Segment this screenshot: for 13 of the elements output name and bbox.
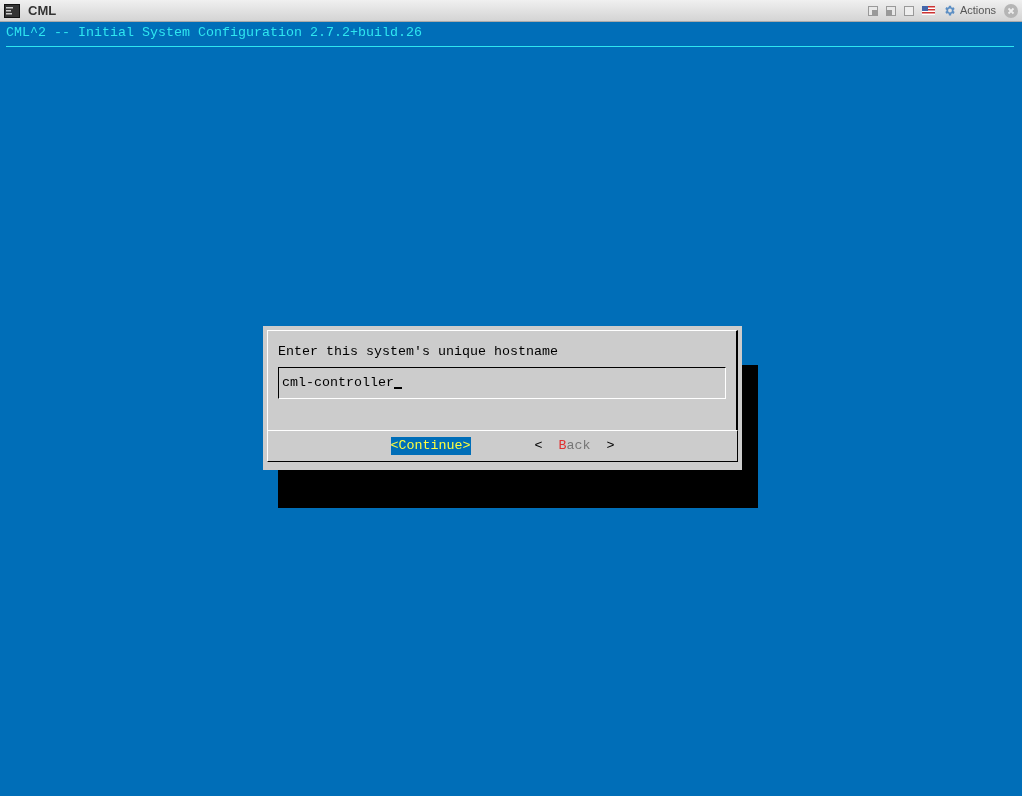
dialog-button[interactable]: <Continue>	[390, 437, 471, 455]
window-title: CML	[28, 1, 57, 20]
dialog-button[interactable]: < Back >	[534, 437, 615, 455]
window-icon[interactable]	[885, 5, 896, 16]
terminal-header: CML^2 -- Initial System Configuration 2.7.2+build.26	[6, 24, 423, 42]
close-icon[interactable]	[1004, 3, 1018, 18]
hostname-input-field[interactable]: cml-controller	[278, 367, 726, 399]
prompt-text: Enter this system's unique hostname	[278, 343, 559, 361]
flag-icon[interactable]	[921, 6, 935, 15]
terminal-icon	[4, 3, 20, 18]
actions-button[interactable]: Actions	[942, 2, 996, 19]
window-icon[interactable]	[867, 5, 878, 16]
maximize-icon[interactable]	[903, 5, 914, 16]
